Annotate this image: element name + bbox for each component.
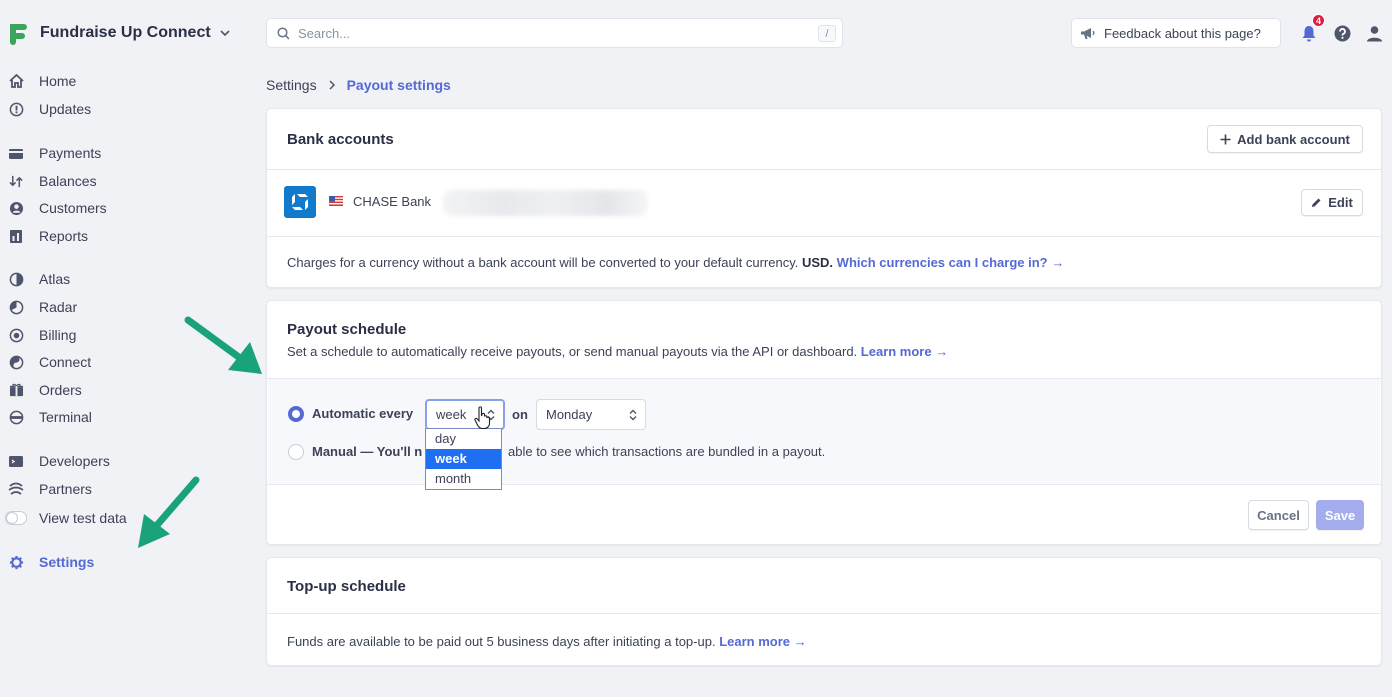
radar-icon [8, 299, 24, 315]
updates-icon [8, 101, 24, 117]
plus-icon [1220, 134, 1231, 144]
payout-schedule-description: Set a schedule to automatically receive … [287, 344, 949, 359]
divider [267, 169, 1381, 170]
feedback-label: Feedback about this page? [1104, 25, 1261, 41]
billing-icon [8, 327, 24, 343]
sidebar-item-terminal[interactable]: Terminal [8, 406, 92, 428]
home-icon [8, 73, 24, 89]
developers-icon [8, 453, 24, 469]
balances-icon [8, 173, 24, 189]
pencil-icon [1312, 198, 1321, 207]
weekday-select[interactable]: Monday [536, 399, 646, 430]
reports-icon [8, 228, 24, 244]
annotation-arrow-icon [138, 476, 200, 548]
topup-schedule-title: Top-up schedule [287, 578, 406, 595]
help-button[interactable] [1332, 23, 1352, 43]
divider [267, 236, 1381, 237]
manual-description: able to see which transactions are bundl… [508, 444, 826, 459]
automatic-label: Automatic every [312, 406, 414, 421]
chevron-down-icon [220, 30, 230, 37]
sidebar-item-settings[interactable]: Settings [8, 551, 94, 573]
chevron-right-icon [329, 80, 335, 90]
payments-icon [8, 145, 24, 161]
cancel-button[interactable]: Cancel [1248, 500, 1309, 530]
which-currencies-link[interactable]: Which currencies can I charge in? → [837, 255, 1065, 270]
redacted-account-number [443, 190, 648, 216]
automatic-radio[interactable] [288, 406, 304, 422]
sidebar-item-orders[interactable]: Orders [8, 379, 82, 401]
topup-learn-more-link[interactable]: Learn more → [719, 634, 806, 649]
sidebar-item-atlas[interactable]: Atlas [8, 268, 70, 290]
search-icon [277, 26, 290, 40]
f-logo-icon [10, 24, 27, 45]
atlas-icon [8, 271, 24, 287]
on-label: on [512, 407, 528, 422]
breadcrumb-current: Payout settings [346, 77, 451, 93]
sidebar-item-partners[interactable]: Partners [8, 478, 92, 500]
account-switcher[interactable]: Fundraise Up Connect [6, 20, 231, 46]
breadcrumb-settings[interactable]: Settings [266, 77, 317, 93]
bank-name: CHASE Bank [353, 194, 432, 209]
profile-button[interactable] [1364, 23, 1384, 43]
manual-label: Manual — You'll n [312, 444, 423, 459]
account-name: Fundraise Up Connect [40, 24, 211, 41]
bank-accounts-card: Bank accounts Add bank account CHASE Ban… [266, 108, 1382, 288]
us-flag-icon [329, 196, 343, 206]
payout-schedule-title: Payout schedule [287, 321, 407, 338]
sidebar-item-home[interactable]: Home [8, 70, 76, 92]
sidebar-item-reports[interactable]: Reports [8, 225, 88, 247]
sidebar-item-customers[interactable]: Customers [8, 197, 107, 219]
search-shortcut-key: / [818, 25, 836, 42]
sidebar-item-connect[interactable]: Connect [8, 351, 91, 373]
sidebar-item-radar[interactable]: Radar [8, 296, 77, 318]
divider [267, 613, 1381, 614]
bank-accounts-title: Bank accounts [287, 131, 394, 148]
payout-schedule-card: Payout schedule Set a schedule to automa… [266, 300, 1382, 545]
payout-learn-more-link[interactable]: Learn more → [861, 344, 948, 359]
chase-logo-icon [284, 186, 316, 218]
annotation-arrow-icon [184, 316, 262, 374]
sidebar-item-payments[interactable]: Payments [8, 142, 101, 164]
hand-cursor-icon [474, 406, 491, 430]
gear-icon [8, 554, 24, 570]
user-icon [1366, 25, 1382, 41]
edit-bank-button[interactable]: Edit [1301, 189, 1363, 216]
notification-badge: 4 [1312, 14, 1325, 27]
sidebar-item-developers[interactable]: Developers [8, 450, 110, 472]
orders-icon [8, 382, 24, 398]
sidebar-item-balances[interactable]: Balances [8, 170, 97, 192]
interval-option-week[interactable]: week [426, 449, 501, 469]
test-data-toggle[interactable] [5, 511, 27, 525]
megaphone-icon [1081, 27, 1095, 39]
partners-icon [8, 481, 24, 497]
interval-option-month[interactable]: month [426, 469, 501, 489]
breadcrumb: Settings Payout settings [266, 77, 451, 93]
terminal-icon [8, 409, 24, 425]
currency-note: Charges for a currency without a bank ac… [287, 255, 1065, 270]
sidebar-item-view-test-data[interactable]: View test data [5, 507, 127, 529]
interval-dropdown: day week month [425, 428, 502, 490]
help-icon [1334, 25, 1350, 41]
select-arrows-icon [629, 409, 637, 421]
sidebar-item-updates[interactable]: Updates [8, 98, 91, 120]
save-button[interactable]: Save [1316, 500, 1364, 530]
connect-icon [8, 354, 24, 370]
add-bank-account-button[interactable]: Add bank account [1207, 125, 1363, 153]
search-bar[interactable]: / [266, 18, 843, 48]
topup-schedule-card: Top-up schedule Funds are available to b… [266, 557, 1382, 666]
bell-icon [1302, 25, 1316, 41]
sidebar-item-billing[interactable]: Billing [8, 324, 76, 346]
topup-description: Funds are available to be paid out 5 bus… [287, 634, 807, 649]
interval-select[interactable]: week [425, 399, 505, 430]
manual-radio[interactable] [288, 444, 304, 460]
feedback-button[interactable]: Feedback about this page? [1071, 18, 1281, 48]
search-input[interactable] [298, 25, 778, 41]
divider [267, 378, 1381, 379]
interval-option-day[interactable]: day [426, 429, 501, 449]
customers-icon [8, 200, 24, 216]
